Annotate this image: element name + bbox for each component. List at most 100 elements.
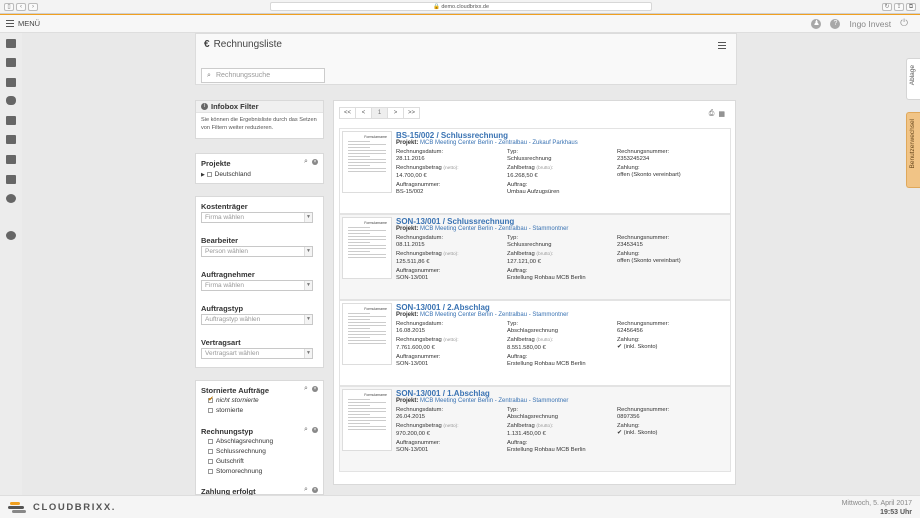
building-icon[interactable]	[6, 78, 16, 87]
vertragsart-select[interactable]: Vertragsart wählen ▼	[201, 348, 313, 359]
invoice-thumbnail[interactable]: Formularname	[342, 389, 392, 451]
brand-name: CLOUDBRIXX.	[33, 501, 117, 513]
checkbox[interactable]	[208, 448, 213, 454]
option-gutschrift[interactable]: Gutschrift	[208, 458, 244, 465]
page-first-button[interactable]: <<	[339, 107, 356, 119]
document-icon[interactable]	[6, 116, 16, 125]
page-next-button[interactable]: >	[387, 107, 404, 119]
clear-icon[interactable]: ×	[312, 427, 318, 433]
settings-icon[interactable]	[6, 231, 16, 240]
clear-icon[interactable]: ×	[312, 159, 318, 165]
back-icon[interactable]: ‹	[16, 3, 26, 11]
power-icon[interactable]: ⏻	[900, 18, 908, 29]
grid-view-icon[interactable]: ▦	[718, 110, 725, 118]
auftragnehmer-select[interactable]: Firma wählen ▼	[201, 280, 313, 291]
select-placeholder: Vertragsart wählen	[205, 350, 260, 357]
invoice-card[interactable]: Formularname SON-13/001 / Schlussrechnun…	[339, 214, 731, 300]
options-menu-icon[interactable]	[718, 42, 726, 49]
reload-icon[interactable]: ↻	[882, 3, 892, 11]
menu-button[interactable]: MENÜ	[6, 19, 40, 28]
field-value: SON-13/001	[396, 274, 429, 281]
option-nicht-stornierte[interactable]: ✔ nicht stornierte	[208, 395, 259, 404]
page-last-button[interactable]: >>	[403, 107, 420, 119]
kostentraeger-title: Kostenträger	[201, 202, 248, 211]
chat-icon[interactable]	[6, 96, 16, 105]
print-icon[interactable]: ⎙	[709, 110, 715, 118]
auftragstyp-select[interactable]: Auftragstyp wählen ▼	[201, 314, 313, 325]
clear-icon[interactable]: ×	[312, 487, 318, 493]
checkbox[interactable]	[208, 407, 213, 413]
clear-icon[interactable]: ×	[312, 386, 318, 392]
field-auftragsnummer: Auftragsnummer: BS-15/002	[396, 182, 440, 195]
project-link[interactable]: MCB Meeting Center Berlin - Zentralbau -…	[420, 226, 568, 232]
invoice-card[interactable]: Formularname BS-15/002 / Schlussrechnung…	[339, 128, 731, 214]
share-icon[interactable]: ⇪	[894, 3, 904, 11]
invoice-thumbnail[interactable]: Formularname	[342, 303, 392, 365]
book-icon[interactable]	[6, 175, 16, 184]
invoice-thumbnail[interactable]: Formularname	[342, 131, 392, 193]
page-title: Rechnungsliste	[213, 39, 282, 50]
checkbox[interactable]	[208, 468, 213, 474]
address-bar[interactable]: 🔒 demo.cloudbrixx.de	[270, 2, 652, 11]
checkbox-checked[interactable]: ✔	[208, 395, 214, 403]
tabs-icon[interactable]: ⧉	[906, 3, 916, 11]
filter-tools: ⌕ ×	[303, 426, 318, 433]
order-link[interactable]: Erstellung Rohbau MCB Berlin	[507, 361, 586, 368]
checkmark-icon: ✔	[208, 395, 214, 403]
project-link[interactable]: MCB Meeting Center Berlin - Zentralbau -…	[420, 312, 568, 318]
image-icon[interactable]	[6, 155, 16, 164]
search-icon[interactable]: ⌕	[303, 158, 309, 165]
brand-logo: CLOUDBRIXX.	[8, 501, 116, 513]
invoice-title[interactable]: SON-13/001 / Schlussrechnung	[396, 217, 514, 226]
checkbox[interactable]	[206, 171, 212, 177]
list-icon[interactable]	[6, 135, 16, 144]
expand-icon[interactable]: ▶	[201, 172, 205, 178]
forward-icon[interactable]: ›	[28, 3, 38, 11]
user-name[interactable]: Ingo Invest	[849, 19, 891, 29]
page-current[interactable]: 1	[371, 107, 388, 119]
euro-icon[interactable]	[6, 194, 16, 203]
order-link[interactable]: Erstellung Rohbau MCB Berlin	[507, 447, 586, 454]
tab-ablage[interactable]: Ablage	[906, 58, 920, 100]
field-value: 23453415	[617, 241, 643, 248]
invoice-title[interactable]: BS-15/002 / Schlussrechnung	[396, 131, 508, 140]
kostentraeger-select[interactable]: Firma wählen ▼	[201, 212, 313, 223]
tree-item[interactable]: ▶ Deutschland	[201, 171, 251, 178]
footer: CLOUDBRIXX. Mittwoch, 5. April 2017 19:5…	[0, 495, 920, 518]
search-icon[interactable]: ⌕	[303, 486, 309, 493]
help-icon[interactable]: ?	[830, 18, 841, 29]
sidebar-toggle-icon[interactable]: ▯	[4, 3, 14, 11]
tab-benutzerwechsel[interactable]: Benutzerwechsel	[906, 112, 920, 188]
option-stornierte[interactable]: stornierte	[208, 407, 243, 414]
invoice-title[interactable]: SON-13/001 / 2.Abschlag	[396, 303, 490, 312]
page-prev-button[interactable]: <	[355, 107, 372, 119]
search-input[interactable]: ⌕ Rechnungssuche	[201, 68, 325, 83]
field-sublabel: (brutto):	[536, 338, 554, 343]
user-switch-icon[interactable]: ♟	[811, 18, 822, 29]
checkbox[interactable]	[208, 438, 213, 444]
bearbeiter-select[interactable]: Person wählen ▼	[201, 246, 313, 257]
home-icon[interactable]	[6, 39, 16, 48]
field-rechnungsnummer: Rechnungsnummer: 0897356	[617, 407, 669, 420]
order-link[interactable]: Umbau Aufzugsüren	[507, 189, 560, 196]
map-icon[interactable]	[6, 58, 16, 67]
invoice-card[interactable]: Formularname SON-13/001 / 2.Abschlag Pro…	[339, 300, 731, 386]
project-link[interactable]: MCB Meeting Center Berlin - Zentralbau -…	[420, 398, 568, 404]
filter-title: Projekte	[201, 159, 231, 168]
project-link[interactable]: MCB Meeting Center Berlin - Zentralbau -…	[420, 140, 578, 146]
field-rechnungsbetrag: Rechnungsbetrag (netto): 125.511,86 €	[396, 251, 459, 265]
option-stornorechnung[interactable]: Stornorechnung	[208, 468, 262, 475]
invoice-title[interactable]: SON-13/001 / 1.Abschlag	[396, 389, 490, 398]
search-icon[interactable]: ⌕	[303, 385, 309, 392]
invoice-project: Projekt: MCB Meeting Center Berlin - Zen…	[396, 140, 578, 146]
search-icon[interactable]: ⌕	[303, 426, 309, 433]
field-zahlung: Zahlung: ✔ (inkl. Skonto)	[617, 423, 657, 436]
option-abschlagsrechnung[interactable]: Abschlagsrechnung	[208, 438, 273, 445]
select-placeholder: Person wählen	[205, 248, 248, 255]
checkbox[interactable]	[208, 458, 213, 464]
invoice-thumbnail[interactable]: Formularname	[342, 217, 392, 279]
order-link[interactable]: Erstellung Rohbau MCB Berlin	[507, 275, 586, 282]
search-icon: ⌕	[207, 71, 211, 79]
option-schlussrechnung[interactable]: Schlussrechnung	[208, 448, 266, 455]
invoice-card[interactable]: Formularname SON-13/001 / 1.Abschlag Pro…	[339, 386, 731, 472]
